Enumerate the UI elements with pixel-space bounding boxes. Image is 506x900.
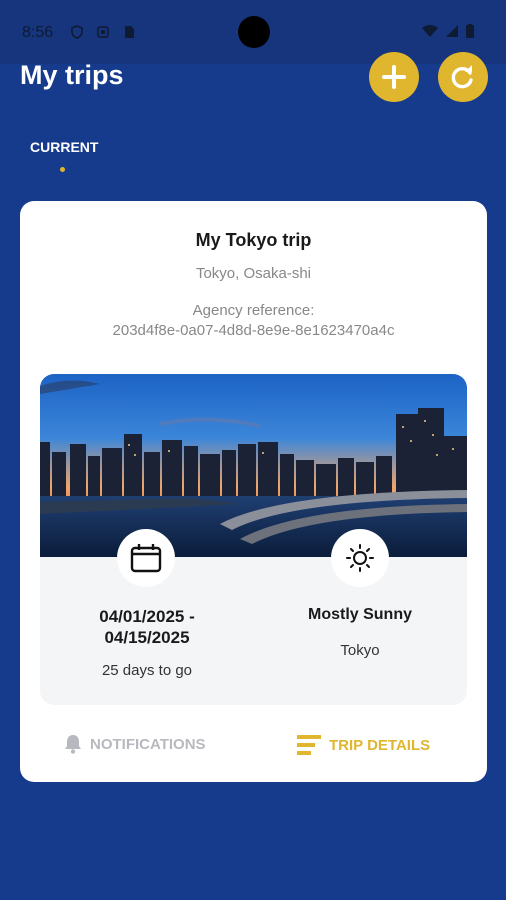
refresh-button[interactable] bbox=[438, 52, 488, 102]
trip-details-button[interactable]: TRIP DETAILS bbox=[297, 734, 430, 756]
agency-label: Agency reference: bbox=[192, 302, 315, 319]
plus-icon bbox=[382, 65, 406, 89]
trip-dates: 04/01/2025 - 04/15/2025 bbox=[57, 606, 237, 648]
page-title: My trips bbox=[20, 60, 124, 90]
trip-date-range: 04/01/2025 - 04/15/2025 bbox=[99, 607, 195, 647]
notifications-label: NOTIFICATIONS bbox=[90, 735, 206, 753]
dates-icon-badge bbox=[117, 529, 175, 587]
tab-indicator bbox=[60, 167, 65, 172]
status-bar: 8:56 bbox=[0, 0, 506, 64]
trip-info-panel: 04/01/2025 - 04/15/2025 25 days to go Mo… bbox=[40, 374, 467, 705]
agency-reference: 203d4f8e-0a07-4d8d-8e9e-8e1623470a4c bbox=[112, 322, 395, 339]
trip-card[interactable]: My Tokyo trip Tokyo, Osaka-shi Agency re… bbox=[20, 201, 487, 782]
sun-icon bbox=[346, 544, 374, 572]
battery-icon bbox=[466, 24, 474, 38]
weather-city: Tokyo bbox=[340, 642, 380, 659]
notifications-button[interactable]: NOTIFICATIONS bbox=[64, 734, 206, 754]
camera-cutout bbox=[238, 16, 270, 48]
refresh-icon bbox=[451, 65, 473, 89]
bell-icon bbox=[65, 735, 81, 754]
city-photo bbox=[40, 374, 467, 557]
status-time: 8:56 bbox=[22, 24, 54, 41]
days-to-go: 25 days to go bbox=[101, 662, 193, 679]
notification-icon bbox=[97, 26, 109, 38]
sim-icon bbox=[125, 26, 134, 38]
weather-condition: Mostly Sunny bbox=[307, 606, 412, 623]
signal-icon bbox=[446, 25, 458, 37]
weather-icon-badge bbox=[331, 529, 389, 587]
trip-cities: Tokyo, Osaka-shi bbox=[195, 265, 312, 282]
calendar-icon bbox=[130, 544, 162, 573]
trip-details-label: TRIP DETAILS bbox=[329, 736, 431, 754]
wifi-icon bbox=[422, 25, 438, 37]
shield-icon bbox=[71, 25, 83, 39]
tab-current[interactable]: CURRENT bbox=[30, 139, 98, 155]
add-trip-button[interactable] bbox=[369, 52, 419, 102]
list-icon bbox=[297, 735, 321, 755]
trip-name: My Tokyo trip bbox=[195, 230, 312, 250]
